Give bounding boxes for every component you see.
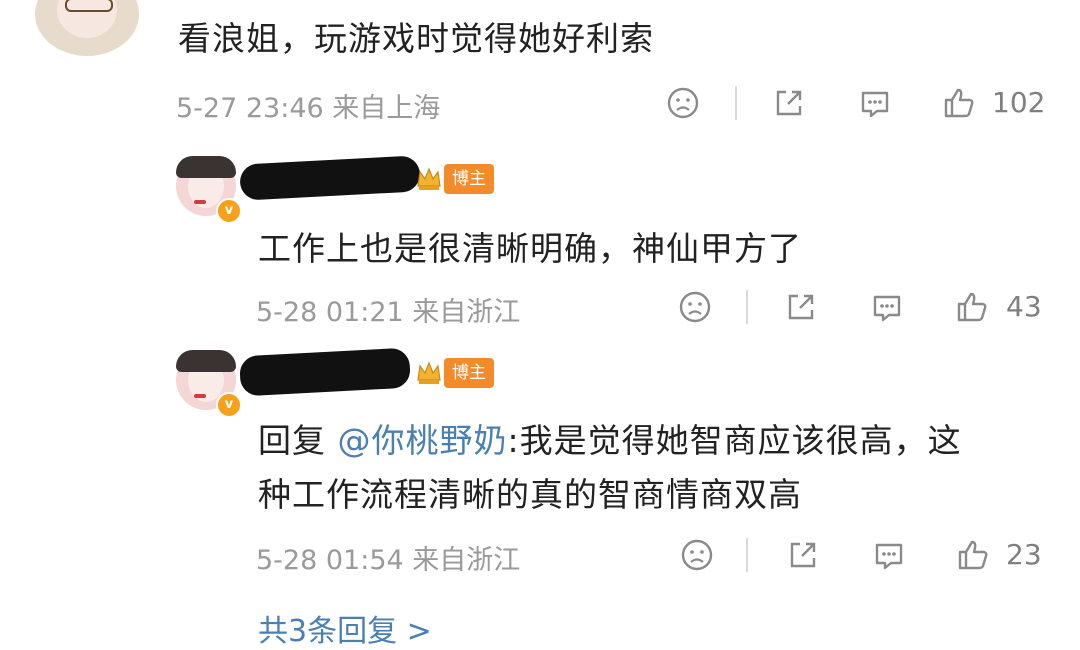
more-replies-link[interactable]: 共3条回复 >: [258, 606, 432, 650]
reply-text-line1: :我是觉得她智商应该很高，这: [507, 421, 962, 460]
comment-meta: 5-27 23:46 来自上海: [176, 93, 441, 124]
reply-prefix: 回复: [258, 421, 338, 460]
verified-icon: v: [216, 198, 242, 224]
share-icon[interactable]: [784, 290, 818, 324]
like-icon[interactable]: [956, 538, 990, 572]
like-count: 102: [992, 86, 1046, 119]
redacted-username: [239, 347, 411, 397]
comment-icon[interactable]: [858, 86, 892, 120]
reply-meta: 5-28 01:54 来自浙江: [256, 545, 521, 576]
reply-meta: 5-28 01:21 来自浙江: [256, 297, 521, 328]
reply-text: 工作上也是很清晰明确，神仙甲方了: [258, 229, 802, 268]
like-count: 43: [1006, 290, 1042, 323]
share-icon[interactable]: [786, 538, 820, 572]
divider: [735, 86, 737, 120]
comment-icon[interactable]: [872, 538, 906, 572]
mention-link[interactable]: @你桃野奶: [338, 421, 508, 460]
reply-text: 回复 @你桃野奶:我是觉得她智商应该很高，这: [258, 414, 962, 462]
author-badge: 博主: [444, 164, 494, 194]
comment-text: 看浪姐，玩游戏时觉得她好利索: [178, 19, 654, 58]
avatar[interactable]: [35, 0, 139, 56]
comment-icon[interactable]: [870, 290, 904, 324]
crown-icon: [417, 167, 441, 190]
verified-icon: v: [216, 392, 242, 418]
redacted-username: [239, 155, 421, 201]
divider: [746, 538, 748, 572]
dislike-icon[interactable]: [678, 290, 712, 324]
divider: [746, 290, 748, 324]
like-icon[interactable]: [955, 290, 989, 324]
share-icon[interactable]: [772, 86, 806, 120]
dislike-icon[interactable]: [680, 538, 714, 572]
reply-text-line2: 种工作流程清晰的真的智商情商双高: [258, 475, 802, 514]
dislike-icon[interactable]: [666, 86, 700, 120]
like-icon[interactable]: [942, 86, 976, 120]
author-badge: 博主: [444, 358, 494, 388]
like-count: 23: [1006, 538, 1042, 571]
crown-icon: [417, 361, 441, 384]
